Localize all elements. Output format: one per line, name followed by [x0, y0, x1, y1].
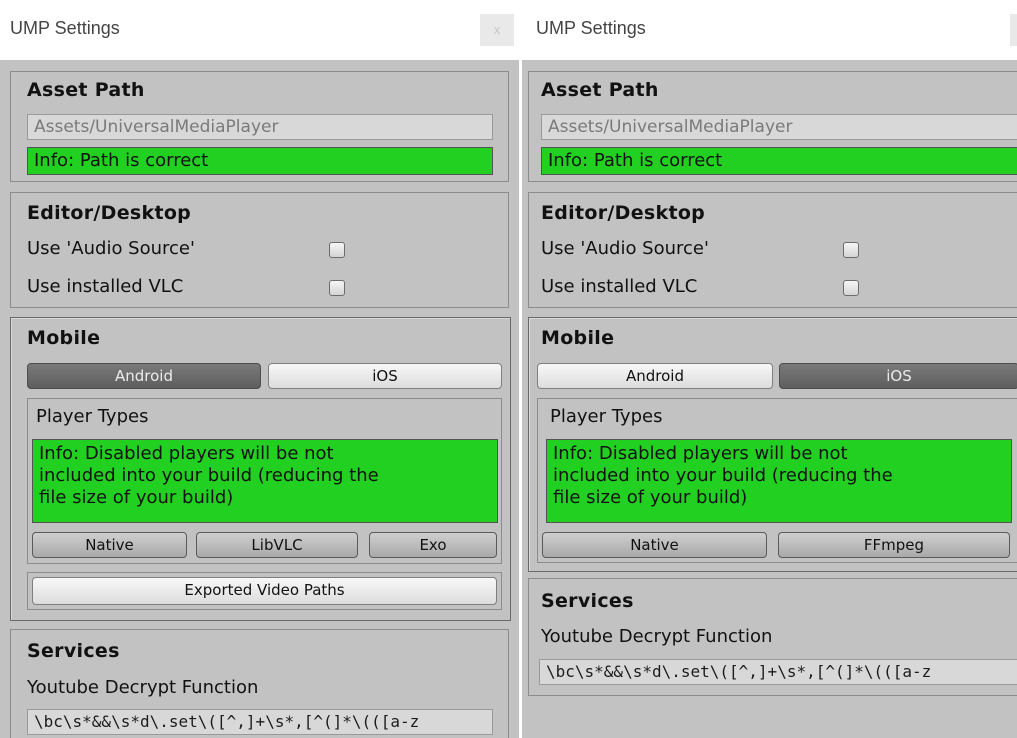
tab-ios[interactable]: iOS	[268, 363, 502, 389]
exported-video-paths-button[interactable]: Exported Video Paths	[32, 577, 497, 605]
services-section: Services Youtube Decrypt Function \bc\s*…	[10, 629, 509, 738]
mobile-section: Mobile Android iOS Player Types Info: Di…	[10, 317, 511, 621]
ump-settings-window-ios: UMP Settings x Asset Path Assets/Univers…	[522, 0, 1017, 738]
info-line: included into your build (reducing the	[39, 465, 379, 486]
window-title: UMP Settings	[536, 18, 646, 38]
asset-path-field[interactable]: Assets/UniversalMediaPlayer	[27, 114, 493, 140]
mobile-heading: Mobile	[541, 327, 615, 349]
info-line: file size of your build)	[553, 487, 748, 508]
player-libvlc-button[interactable]: LibVLC	[196, 532, 358, 558]
youtube-decrypt-field[interactable]: \bc\s*&&\s*d\.set\([^,]+\s*,[^(]*\(([a-z	[539, 659, 1017, 685]
services-heading: Services	[27, 640, 120, 662]
exported-paths-group: Exported Video Paths	[27, 572, 502, 610]
player-exo-button[interactable]: Exo	[369, 532, 497, 558]
services-section: Services Youtube Decrypt Function \bc\s*…	[528, 578, 1017, 696]
player-types-label: Player Types	[550, 406, 663, 427]
player-types-info-box: Info: Disabled players will be not inclu…	[32, 439, 498, 523]
asset-path-heading: Asset Path	[541, 79, 659, 101]
window-title: UMP Settings	[10, 18, 120, 38]
close-button[interactable]: x	[1010, 14, 1017, 46]
tab-android[interactable]: Android	[27, 363, 261, 389]
use-installed-vlc-label: Use installed VLC	[541, 276, 698, 297]
player-types-group: Player Types Info: Disabled players will…	[27, 398, 502, 564]
use-audio-source-checkbox[interactable]	[843, 242, 859, 258]
path-info-box: Info: Path is correct	[541, 147, 1017, 175]
path-info-box: Info: Path is correct	[27, 147, 493, 175]
player-native-button[interactable]: Native	[32, 532, 187, 558]
info-line: file size of your build)	[39, 487, 234, 508]
player-types-label: Player Types	[36, 406, 149, 427]
asset-path-section: Asset Path Assets/UniversalMediaPlayer I…	[528, 71, 1017, 182]
youtube-decrypt-label: Youtube Decrypt Function	[27, 677, 259, 698]
asset-path-section: Asset Path Assets/UniversalMediaPlayer I…	[10, 71, 509, 182]
mobile-heading: Mobile	[27, 327, 101, 349]
use-audio-source-label: Use 'Audio Source'	[27, 238, 195, 259]
asset-path-heading: Asset Path	[27, 79, 145, 101]
info-line: Info: Disabled players will be not	[553, 443, 848, 464]
tab-ios[interactable]: iOS	[779, 363, 1017, 389]
editor-desktop-section: Editor/Desktop Use 'Audio Source' Use in…	[528, 192, 1017, 308]
player-native-button[interactable]: Native	[542, 532, 767, 558]
window-titlebar: UMP Settings x	[0, 0, 519, 60]
youtube-decrypt-label: Youtube Decrypt Function	[541, 626, 773, 647]
info-line: Info: Disabled players will be not	[39, 443, 334, 464]
window-titlebar: UMP Settings x	[522, 0, 1017, 60]
use-audio-source-checkbox[interactable]	[329, 242, 345, 258]
editor-desktop-section: Editor/Desktop Use 'Audio Source' Use in…	[10, 192, 509, 308]
tab-android[interactable]: Android	[537, 363, 773, 389]
youtube-decrypt-field[interactable]: \bc\s*&&\s*d\.set\([^,]+\s*,[^(]*\(([a-z	[27, 709, 493, 735]
player-types-group: Player Types Info: Disabled players will…	[537, 398, 1017, 563]
use-installed-vlc-label: Use installed VLC	[27, 276, 184, 297]
editor-desktop-heading: Editor/Desktop	[541, 202, 706, 224]
ump-settings-window-android: UMP Settings x Asset Path Assets/Univers…	[0, 0, 519, 738]
use-installed-vlc-checkbox[interactable]	[329, 280, 345, 296]
info-line: included into your build (reducing the	[553, 465, 893, 486]
use-audio-source-label: Use 'Audio Source'	[541, 238, 709, 259]
services-heading: Services	[541, 590, 634, 612]
mobile-section: Mobile Android iOS Player Types Info: Di…	[528, 317, 1017, 572]
editor-desktop-heading: Editor/Desktop	[27, 202, 192, 224]
close-button[interactable]: x	[480, 14, 514, 46]
asset-path-field[interactable]: Assets/UniversalMediaPlayer	[541, 114, 1017, 140]
player-ffmpeg-button[interactable]: FFmpeg	[778, 532, 1010, 558]
use-installed-vlc-checkbox[interactable]	[843, 280, 859, 296]
player-types-info-box: Info: Disabled players will be not inclu…	[546, 439, 1012, 523]
